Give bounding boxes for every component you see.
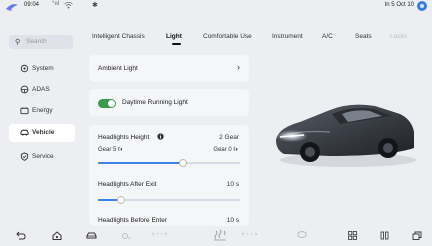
headlights-after-exit-label: Headlights After Exit [98,181,157,188]
ambient-light-row[interactable]: Ambient Light › [89,55,249,82]
headlights-height-slider[interactable] [98,159,240,167]
wifi-icon [64,1,73,9]
active-tab-indicator [172,43,181,45]
sidebar-item-label: Vehicle [32,129,55,136]
daytime-running-light-label: Daytime Running Light [122,99,188,106]
tab-intelligent-chassis[interactable]: Intelligent Chassis [92,33,145,40]
headlights-height-min-label: Gear 5 ℓ◐ [98,147,124,153]
ambient-light-label: Ambient Light [98,65,138,72]
headlights-after-exit-slider-knob[interactable] [116,196,125,204]
gear-icon [20,64,29,73]
temp-right-control[interactable]: ‹ - - › [242,231,257,238]
grid-icon[interactable] [348,231,357,240]
home-icon[interactable] [52,231,62,240]
daytime-running-light-row: Daytime Running Light [89,89,249,116]
bottom-dock: ‹ - - › ‹ - - › [0,226,432,246]
back-icon[interactable] [16,231,26,240]
sidebar-item-adas[interactable]: ADAS [12,85,76,101]
signal-icon: °ııl [52,1,60,7]
sidebar-item-vehicle[interactable]: Vehicle [9,124,75,142]
steering-heat-icon[interactable] [296,231,308,240]
shield-icon [20,152,29,161]
search-input[interactable]: ⚲ Search [9,35,73,49]
battery-icon [20,107,29,115]
pause-icon[interactable] [380,231,389,240]
headlights-before-enter-value: 10 s [226,217,239,224]
sidebar-item-label: Energy [32,107,53,114]
tab-light[interactable]: Light [166,33,182,40]
tab-comfortable-use[interactable]: Comfortable Use [203,33,252,40]
copy-icon[interactable] [412,231,422,240]
sidebar-item-label: System [32,65,54,72]
status-bar: 09:04 °ııl ✱ In 5 Oct 10 [0,0,432,14]
tab-instrument[interactable]: Instrument [272,33,303,40]
headlights-height-label: Headlights Height [98,134,150,141]
status-time: 09:04 [24,2,40,8]
info-icon[interactable] [157,133,164,140]
temp-left-control[interactable]: ‹ - - › [152,231,167,238]
headlights-height-max-label: Gear 0 ℓ◐ [213,147,239,153]
status-right-text: In 5 Oct 10 [384,2,414,8]
app-logo-icon [6,4,18,11]
search-placeholder: Search [26,38,47,45]
bluetooth-icon: ✱ [92,2,98,9]
search-icon: ⚲ [15,39,21,46]
car-icon [20,129,29,136]
seat-heat-icon[interactable] [213,229,227,241]
daytime-running-light-toggle[interactable] [98,99,116,108]
steering-wheel-icon [20,85,29,94]
user-avatar[interactable] [417,1,427,11]
headlights-height-slider-knob[interactable] [179,159,188,167]
fan-icon[interactable] [120,232,132,240]
vehicle-image [276,104,416,167]
chevron-right-icon: › [237,62,240,72]
sidebar-item-energy[interactable]: Energy [12,106,76,122]
sidebar-item-label: ADAS [32,86,50,93]
car-icon[interactable] [86,231,97,240]
tab-ac[interactable]: A/C [322,33,333,40]
sidebar-item-label: Service [32,153,54,160]
tab-seats[interactable]: Seats [355,33,372,40]
headlights-height-slider-fill [98,162,184,164]
sidebar-item-service[interactable]: Service [12,152,76,168]
tab-locks[interactable]: Locks [390,33,407,40]
headlights-after-exit-slider[interactable] [98,196,240,204]
headlights-after-exit-value: 10 s [226,181,239,188]
headlights-before-enter-label: Headlights Before Enter [98,217,168,224]
headlights-height-value: 2 Gear [219,134,239,141]
sidebar-item-system[interactable]: System [12,64,76,80]
headlights-panel: Headlights Height 2 Gear Gear 5 ℓ◐ Gear … [89,125,249,226]
